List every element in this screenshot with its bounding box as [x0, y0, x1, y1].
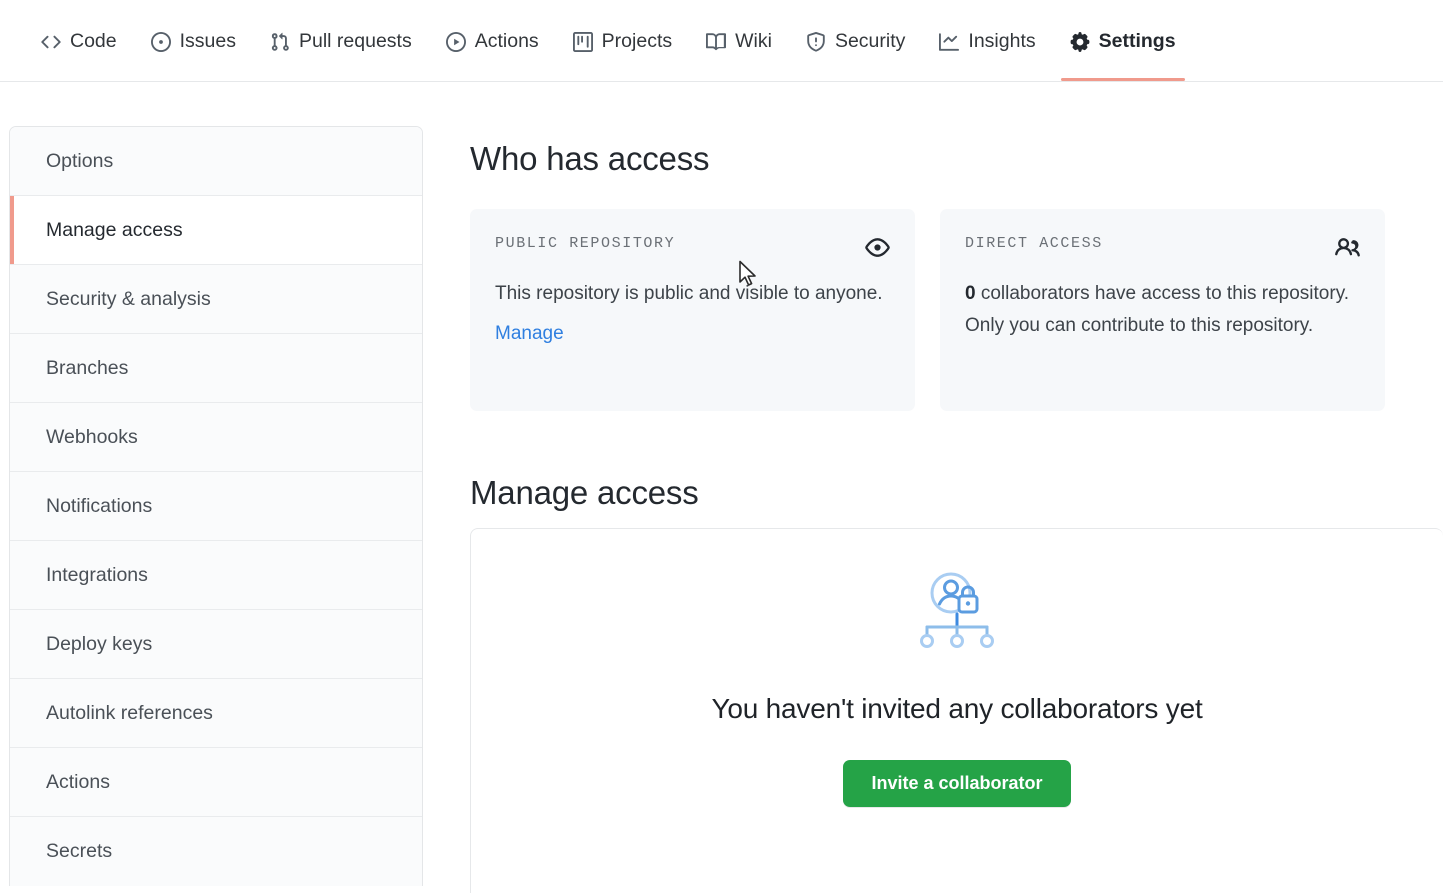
nav-tab-label: Issues [179, 30, 236, 52]
nav-tab-label: Actions [474, 30, 539, 52]
invite-collaborator-button[interactable]: Invite a collaborator [843, 760, 1071, 807]
sidebar-item-label: Deploy keys [46, 632, 153, 655]
nav-tab-pull-requests[interactable]: Pull requests [253, 0, 429, 81]
who-has-access-heading: Who has access [470, 140, 710, 177]
sidebar-item-integrations[interactable]: Integrations [10, 541, 422, 610]
git-pull-request-icon [270, 32, 290, 52]
nav-tab-projects[interactable]: Projects [556, 0, 689, 81]
collaborators-lock-illustration [920, 572, 994, 648]
public-repository-card: PUBLIC REPOSITORY This repository is pub… [470, 209, 915, 411]
direct-access-card: DIRECT ACCESS 0 collaborators have acces… [940, 209, 1385, 411]
nav-tab-label: Security [834, 30, 906, 52]
settings-content: Options Manage access Security & analysi… [0, 82, 1443, 893]
code-icon [41, 32, 61, 52]
settings-sidebar: Options Manage access Security & analysi… [9, 126, 423, 886]
card-header: DIRECT ACCESS [965, 235, 1360, 260]
issue-opened-icon [150, 32, 171, 52]
sidebar-item-label: Integrations [46, 563, 148, 586]
sidebar-item-security-analysis[interactable]: Security & analysis [10, 265, 422, 334]
gear-icon [1070, 32, 1090, 52]
card-label: PUBLIC REPOSITORY [495, 235, 676, 252]
manage-access-heading: Manage access [470, 474, 699, 511]
repository-settings-page: Code Issues Pull requests Actions Projec [0, 0, 1443, 893]
sidebar-item-label: Manage access [46, 218, 183, 241]
sidebar-item-label: Webhooks [46, 425, 138, 448]
sidebar-item-label: Security & analysis [46, 287, 211, 310]
nav-tab-label: Pull requests [298, 30, 412, 52]
sidebar-item-webhooks[interactable]: Webhooks [10, 403, 422, 472]
nav-tab-label: Wiki [735, 30, 772, 52]
sidebar-item-options[interactable]: Options [10, 127, 422, 196]
sidebar-item-actions[interactable]: Actions [10, 748, 422, 817]
nav-tab-actions[interactable]: Actions [429, 0, 556, 81]
shield-icon [806, 32, 826, 52]
sidebar-item-label: Notifications [46, 494, 153, 517]
active-tab-underline [1060, 78, 1185, 81]
collaborator-count: 0 [965, 283, 976, 304]
sidebar-item-secrets[interactable]: Secrets [10, 817, 422, 886]
sidebar-item-branches[interactable]: Branches [10, 334, 422, 403]
card-description: This repository is public and visible to… [495, 283, 883, 304]
manage-visibility-link[interactable]: Manage [495, 323, 564, 345]
play-circle-icon [445, 32, 466, 52]
graph-icon [939, 32, 960, 52]
nav-tab-label: Insights [968, 30, 1036, 52]
sidebar-item-autolink-references[interactable]: Autolink references [10, 679, 422, 748]
nav-tab-security[interactable]: Security [789, 0, 922, 81]
nav-tab-code[interactable]: Code [24, 0, 134, 81]
sidebar-item-label: Autolink references [46, 701, 213, 724]
nav-tab-insights[interactable]: Insights [922, 0, 1052, 81]
sidebar-item-deploy-keys[interactable]: Deploy keys [10, 610, 422, 679]
nav-tab-label: Settings [1098, 30, 1176, 52]
people-icon [1335, 235, 1360, 260]
settings-main: Who has access PUBLIC REPOSITORY This re… [470, 82, 1443, 893]
card-header: PUBLIC REPOSITORY [495, 235, 890, 260]
sidebar-item-label: Actions [46, 770, 110, 793]
sidebar-item-notifications[interactable]: Notifications [10, 472, 422, 541]
card-label: DIRECT ACCESS [965, 235, 1103, 252]
collaborator-text: collaborators have access to this reposi… [965, 283, 1350, 336]
project-board-icon [572, 32, 593, 52]
card-description: 0 collaborators have access to this repo… [965, 278, 1360, 342]
empty-state-title: You haven't invited any collaborators ye… [711, 693, 1203, 724]
manage-access-panel: You haven't invited any collaborators ye… [470, 528, 1443, 893]
sidebar-item-label: Branches [46, 356, 129, 379]
empty-state: You haven't invited any collaborators ye… [471, 569, 1443, 807]
nav-tab-settings[interactable]: Settings [1053, 0, 1193, 81]
sidebar-item-manage-access[interactable]: Manage access [10, 196, 422, 265]
repository-nav: Code Issues Pull requests Actions Projec [0, 0, 1443, 82]
sidebar-item-label: Options [46, 149, 114, 172]
nav-tab-issues[interactable]: Issues [134, 0, 253, 81]
sidebar-item-label: Secrets [46, 840, 113, 862]
nav-tab-label: Projects [601, 30, 673, 52]
access-cards: PUBLIC REPOSITORY This repository is pub… [470, 209, 1385, 411]
eye-icon [865, 235, 890, 260]
nav-tab-label: Code [70, 30, 117, 52]
book-icon [706, 32, 727, 52]
nav-tab-wiki[interactable]: Wiki [689, 0, 789, 81]
